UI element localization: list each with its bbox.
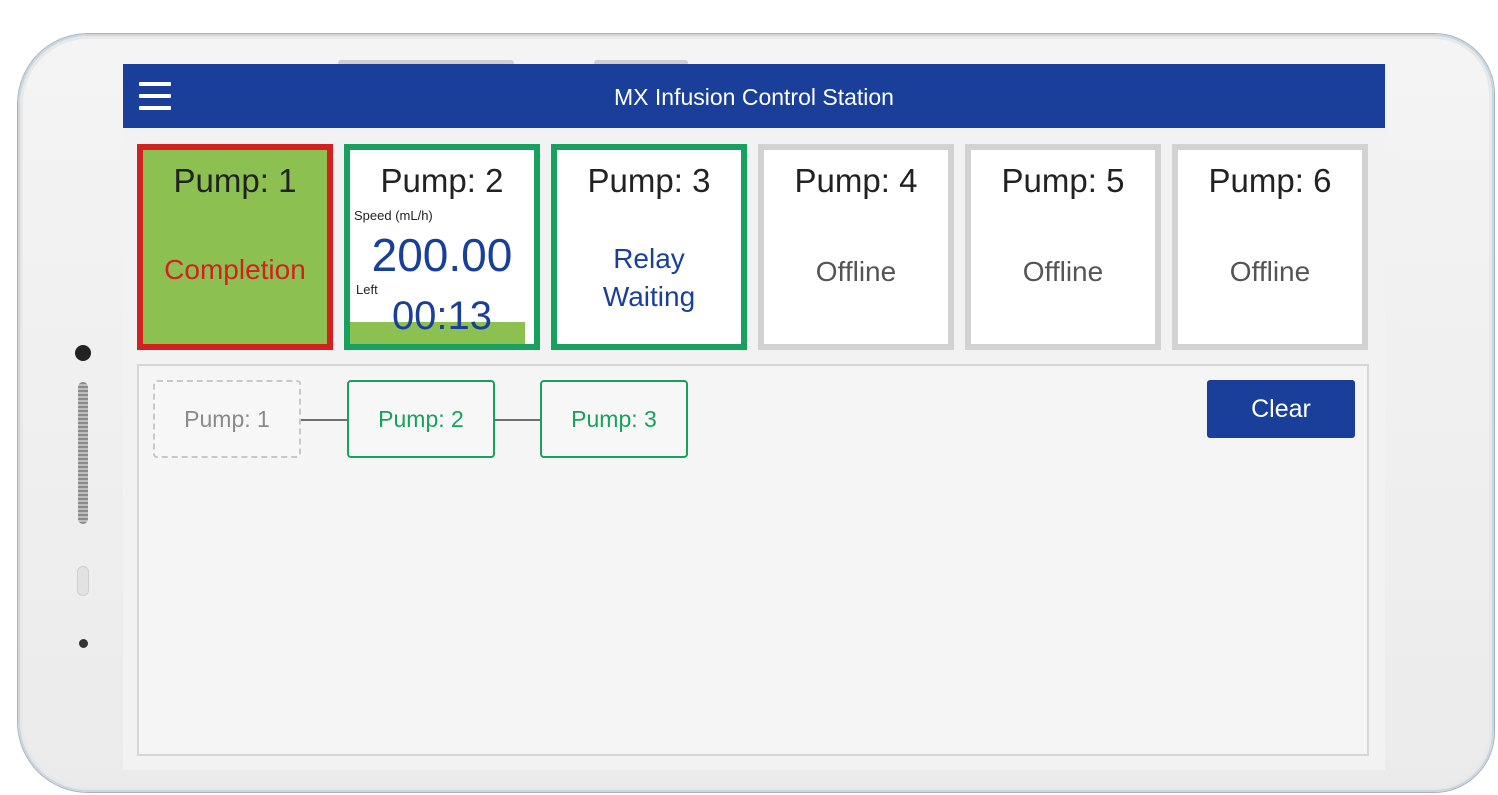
relay-node-pump-3[interactable]: Pump: 3 <box>540 380 688 458</box>
pump-status: Offline <box>1022 256 1104 287</box>
pump-cards: Pump: 1 Completion Pump: 2 Speed (mL/h) … <box>137 144 1371 350</box>
pump-title: Pump: 2 <box>380 162 504 199</box>
pump-status: Relay Waiting <box>557 240 741 316</box>
relay-connector <box>495 419 540 421</box>
relay-node-pump-2[interactable]: Pump: 2 <box>347 380 495 458</box>
pump-status: Offline <box>1229 256 1311 287</box>
camera-icon <box>75 345 91 361</box>
app-bar: MX Infusion Control Station <box>123 64 1385 128</box>
clear-button[interactable]: Clear <box>1207 380 1355 438</box>
pump-card-4[interactable]: Pump: 4 Offline <box>758 144 954 350</box>
pump-title: Pump: 3 <box>587 162 711 199</box>
pump-card-3[interactable]: Pump: 3 Relay Waiting <box>551 144 747 350</box>
speed-value: 200.00 <box>371 229 513 281</box>
home-sensor <box>77 566 89 596</box>
pump-card-2[interactable]: Pump: 2 Speed (mL/h) 200.00 Left 00:13 <box>344 144 540 350</box>
relay-chain-panel: Pump: 1 Pump: 2 Pump: 3 Clear <box>137 364 1369 756</box>
pump-status-line: Relay <box>613 243 685 274</box>
app-screen: MX Infusion Control Station Pump: 1 Comp… <box>123 64 1385 770</box>
pump-status: Completion <box>164 254 306 285</box>
relay-node-pump-1[interactable]: Pump: 1 <box>153 380 301 458</box>
pump-status: Offline <box>815 256 897 287</box>
pump-title: Pump: 4 <box>794 162 918 199</box>
app-title: MX Infusion Control Station <box>614 84 894 110</box>
speed-label: Speed (mL/h) <box>354 208 433 223</box>
time-left-value: 00:13 <box>391 294 493 338</box>
pump-title: Pump: 5 <box>1001 162 1125 199</box>
pump-card-1[interactable]: Pump: 1 Completion <box>137 144 333 350</box>
relay-connector <box>301 419 347 421</box>
pump-card-5[interactable]: Pump: 5 Offline <box>965 144 1161 350</box>
pump-title: Pump: 1 <box>173 162 297 199</box>
speaker-grille <box>78 382 88 524</box>
pump-status-line: Waiting <box>602 281 696 312</box>
microphone-icon <box>79 639 88 648</box>
pump-title: Pump: 6 <box>1208 162 1332 199</box>
pump-card-6[interactable]: Pump: 6 Offline <box>1172 144 1368 350</box>
